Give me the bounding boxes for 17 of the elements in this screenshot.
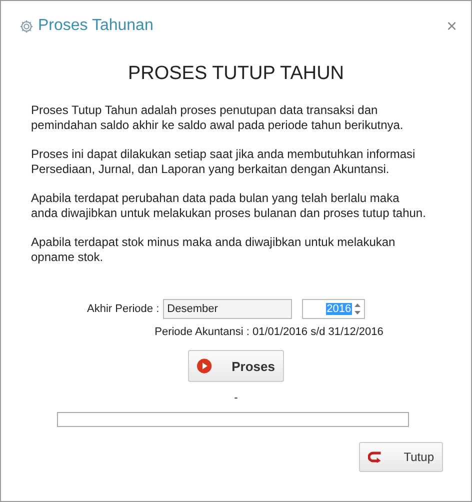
window-title: Proses Tahunan <box>38 17 154 35</box>
paragraph: Apabila terdapat perubahan data pada bulan yang telah berlalu maka anda diwajibkan untuk melakukan proses bulanan dan proses tutup tahun. <box>30 191 427 221</box>
spin-arrows-icon <box>354 302 362 316</box>
gear-icon <box>19 18 34 34</box>
paragraph: Proses Tutup Tahun adalah proses penutupan data transaksi dan pemindahan saldo akhir ke saldo awal pada periode tahun berikutnya. <box>30 103 404 133</box>
play-icon <box>197 358 212 374</box>
paragraph: Proses ini dapat dilakukan setiap saat jika anda membutuhkan informasi Persediaan, Jurnal, dan Laporan yang berkaitan dengan Akuntansi. <box>30 147 416 177</box>
status-text: - <box>233 392 239 404</box>
close-button[interactable]: × <box>446 16 457 36</box>
month-field[interactable]: Desember <box>163 299 292 319</box>
close-dialog-button[interactable]: Tutup <box>359 442 443 472</box>
accounting-period: Periode Akuntansi : 01/01/2016 s/d 31/12/2016 <box>154 326 384 338</box>
return-arrow-icon <box>368 451 382 463</box>
process-button[interactable]: Proses <box>188 350 284 382</box>
period-label: Akhir Periode : <box>87 303 160 315</box>
paragraph: Apabila terdapat stok minus maka anda diwajibkan untuk melakukan opname stok. <box>30 235 396 265</box>
heading: PROSES TUTUP TAHUN <box>126 63 346 85</box>
